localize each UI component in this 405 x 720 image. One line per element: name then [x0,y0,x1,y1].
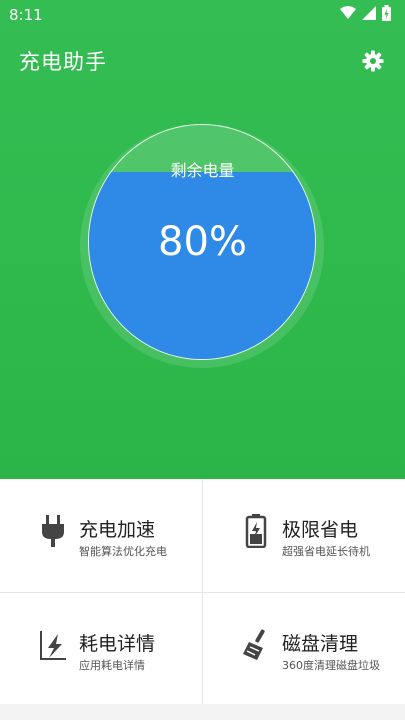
status-time: 8:11 [9,6,43,24]
app-title: 充电助手 [19,50,107,74]
wifi-icon [340,6,356,19]
power-chart-icon [40,631,66,660]
feature-subtitle: 智能算法优化充电 [79,545,167,558]
feature-title: 耗电详情 [79,633,156,655]
bottom-strip [0,704,405,720]
feature-power-details[interactable]: 耗电详情 应用耗电详情 [0,593,202,706]
battery-saver-icon [245,514,267,548]
feature-charge-boost[interactable]: 充电加速 智能算法优化充电 [0,479,202,592]
feature-subtitle: 超强省电延长待机 [282,545,370,558]
feature-subtitle: 应用耗电详情 [79,659,145,672]
battery-percentage: 80% [158,219,247,265]
feature-subtitle: 360度清理磁盘垃圾 [282,659,380,672]
battery-label: 剩余电量 [170,161,235,180]
battery-fill [89,171,315,359]
broom-icon [243,629,265,660]
signal-icon [362,6,376,20]
feature-title: 极限省电 [282,519,359,541]
status-bar: 8:11 [0,0,405,30]
battery-status-icon [382,5,391,21]
status-icons [340,5,391,21]
feature-disk-cleanup[interactable]: 磁盘清理 360度清理磁盘垃圾 [203,593,405,706]
feature-title: 充电加速 [79,519,156,541]
grid-divider-horizontal [0,592,405,593]
feature-title: 磁盘清理 [282,633,359,655]
feature-extreme-saver[interactable]: 极限省电 超强省电延长待机 [203,479,405,592]
plug-icon [42,515,64,547]
settings-gear-icon[interactable] [361,49,385,73]
